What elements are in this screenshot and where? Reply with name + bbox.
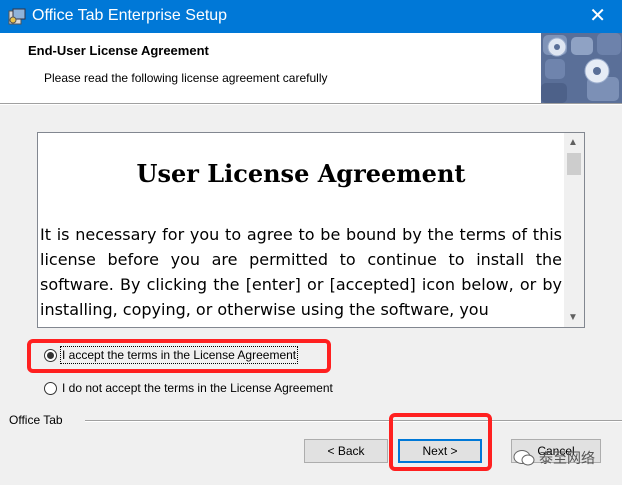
title-bar: Office Tab Enterprise Setup ✕	[0, 0, 622, 33]
license-content: User License Agreement It is necessary f…	[40, 133, 562, 322]
back-button[interactable]: < Back	[304, 439, 388, 463]
footer-brand-label: Office Tab	[9, 413, 63, 427]
decline-radio-button[interactable]	[44, 381, 57, 395]
license-body: It is necessary for you to agree to be b…	[40, 225, 562, 319]
scroll-up-icon[interactable]: ▲	[568, 137, 578, 148]
decline-option[interactable]: I do not accept the terms in the License…	[44, 378, 333, 398]
header-panel: End-User License Agreement Please read t…	[0, 33, 622, 103]
accept-option[interactable]: I accept the terms in the License Agreem…	[44, 345, 299, 365]
page-title: End-User License Agreement	[28, 43, 209, 58]
installer-banner-art-icon	[541, 33, 622, 103]
license-text-box[interactable]: User License Agreement It is necessary f…	[37, 132, 585, 328]
decline-option-label[interactable]: I do not accept the terms in the License…	[62, 381, 333, 395]
setup-app-icon	[8, 8, 26, 25]
close-icon[interactable]: ✕	[589, 4, 606, 28]
footer-divider	[85, 420, 622, 422]
header-divider	[0, 103, 622, 105]
chat-bubble-icon	[513, 450, 535, 466]
accept-radio-button[interactable]	[44, 348, 57, 362]
watermark-text: 泰至网络	[539, 450, 595, 466]
license-heading: User License Agreement	[136, 159, 466, 188]
page-subtitle: Please read the following license agreem…	[44, 71, 328, 85]
scrollbar-thumb[interactable]	[567, 153, 581, 175]
scroll-down-icon[interactable]: ▼	[568, 312, 578, 323]
watermark: 泰至网络	[513, 446, 595, 470]
window-title: Office Tab Enterprise Setup	[32, 7, 228, 24]
accept-option-label[interactable]: I accept the terms in the License Agreem…	[59, 346, 299, 364]
license-scrollbar[interactable]: ▲ ▼	[564, 133, 584, 327]
next-button[interactable]: Next >	[398, 439, 482, 463]
